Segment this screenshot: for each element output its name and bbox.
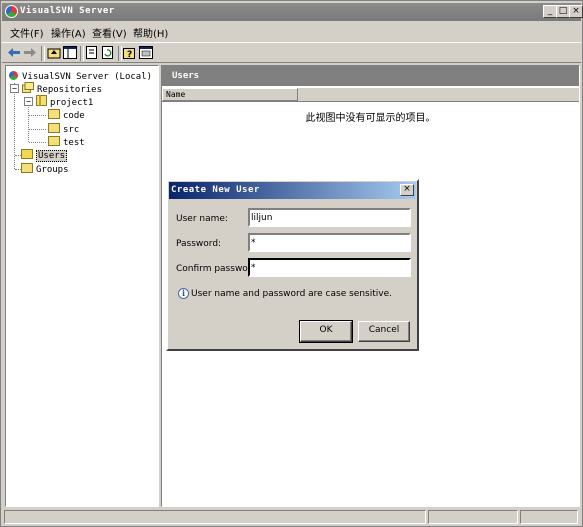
up-folder-icon[interactable] [47,46,61,59]
tree-item-src-label: src [63,125,80,135]
dialog-titlebar[interactable]: Create New User × [169,182,416,199]
status-cell [428,510,518,524]
console-tree[interactable]: VisualSVN Server (Local) − Repositories … [5,65,159,507]
info-icon: i [178,288,189,299]
minimize-button[interactable]: _ [543,5,557,18]
ok-button[interactable]: OK [299,320,353,343]
tree-item-test-label: test [63,138,85,148]
details-pane-title: Users [172,71,200,81]
confirm-password-field[interactable] [248,258,411,277]
tree-expander-repositories[interactable]: − [10,84,19,93]
tree-item-project1[interactable]: project1 [36,95,93,108]
visualsvn-logo-icon [5,5,18,18]
maximize-button[interactable]: □ [556,5,570,18]
password-field[interactable] [248,233,411,252]
tree-line [14,83,15,169]
tree-item-server[interactable]: VisualSVN Server (Local) [8,68,153,82]
toolbar-separator [80,46,84,61]
tree-item-groups[interactable]: Groups [21,163,69,176]
tree-item-users-label: Users [36,150,68,162]
case-sensitive-note: User name and password are case sensitiv… [191,289,392,299]
help-icon[interactable]: ? [123,46,137,59]
tree-item-repositories[interactable]: Repositories [22,82,102,95]
tree-line [29,115,46,116]
menu-help[interactable]: 帮助(H) [133,25,168,40]
tree-item-groups-label: Groups [36,165,69,175]
password-label: Password: [176,239,222,249]
tree-line [29,129,46,130]
status-bar [2,509,581,525]
folder-icon [21,149,33,159]
status-cell [520,510,578,524]
show-hide-tree-icon[interactable] [63,46,77,59]
close-button[interactable]: × [569,5,583,18]
tree-item-test[interactable]: test [48,136,85,149]
tree-expander-project1[interactable]: − [24,97,33,106]
toolbar-separator [118,46,122,61]
visualsvn-server-icon [8,70,19,81]
toolbar-separator [41,46,45,61]
tree-line [29,142,46,143]
toolbar: ? [2,42,581,63]
folder-icon [48,109,60,119]
repositories-icon [22,82,34,93]
status-cell-main [4,510,426,524]
repository-icon [36,95,47,106]
back-arrow-icon[interactable] [7,46,21,59]
forward-arrow-icon[interactable] [23,46,37,59]
folder-icon [21,163,33,173]
username-field[interactable] [248,208,411,227]
cancel-button[interactable]: Cancel [358,321,410,342]
list-column-header: Name [162,88,579,102]
column-name-header[interactable]: Name [162,88,298,101]
folder-icon [48,136,60,146]
tree-item-code[interactable]: code [48,109,85,122]
menu-file[interactable]: 文件(F) [10,25,44,40]
menu-action[interactable]: 操作(A) [51,25,86,40]
dialog-title: Create New User [171,185,260,195]
menu-view[interactable]: 查看(V) [92,25,127,40]
menu-bar: 文件(F) 操作(A) 查看(V) 帮助(H) [2,22,581,41]
svg-text:?: ? [127,50,132,59]
folder-icon [48,123,60,133]
create-new-user-dialog: Create New User × User name: Password: C… [166,179,419,351]
export-list-icon[interactable] [85,46,99,59]
tree-item-project1-label: project1 [50,98,94,108]
dialog-close-button[interactable]: × [400,184,414,196]
empty-list-message: 此视图中没有可显示的项目。 [305,113,436,124]
tree-item-code-label: code [63,111,85,121]
tree-item-server-label: VisualSVN Server (Local) [22,72,153,82]
refresh-icon[interactable] [101,46,115,59]
window-titlebar[interactable]: VisualSVN Server _ □ × [2,3,583,21]
username-label: User name: [176,214,228,224]
details-pane-header: Users [162,66,579,86]
tree-item-users[interactable]: Users [21,149,68,162]
tree-item-repositories-label: Repositories [37,85,103,95]
window-title: VisualSVN Server [20,6,115,16]
tree-item-src[interactable]: src [48,123,79,136]
properties-icon[interactable] [139,46,153,59]
